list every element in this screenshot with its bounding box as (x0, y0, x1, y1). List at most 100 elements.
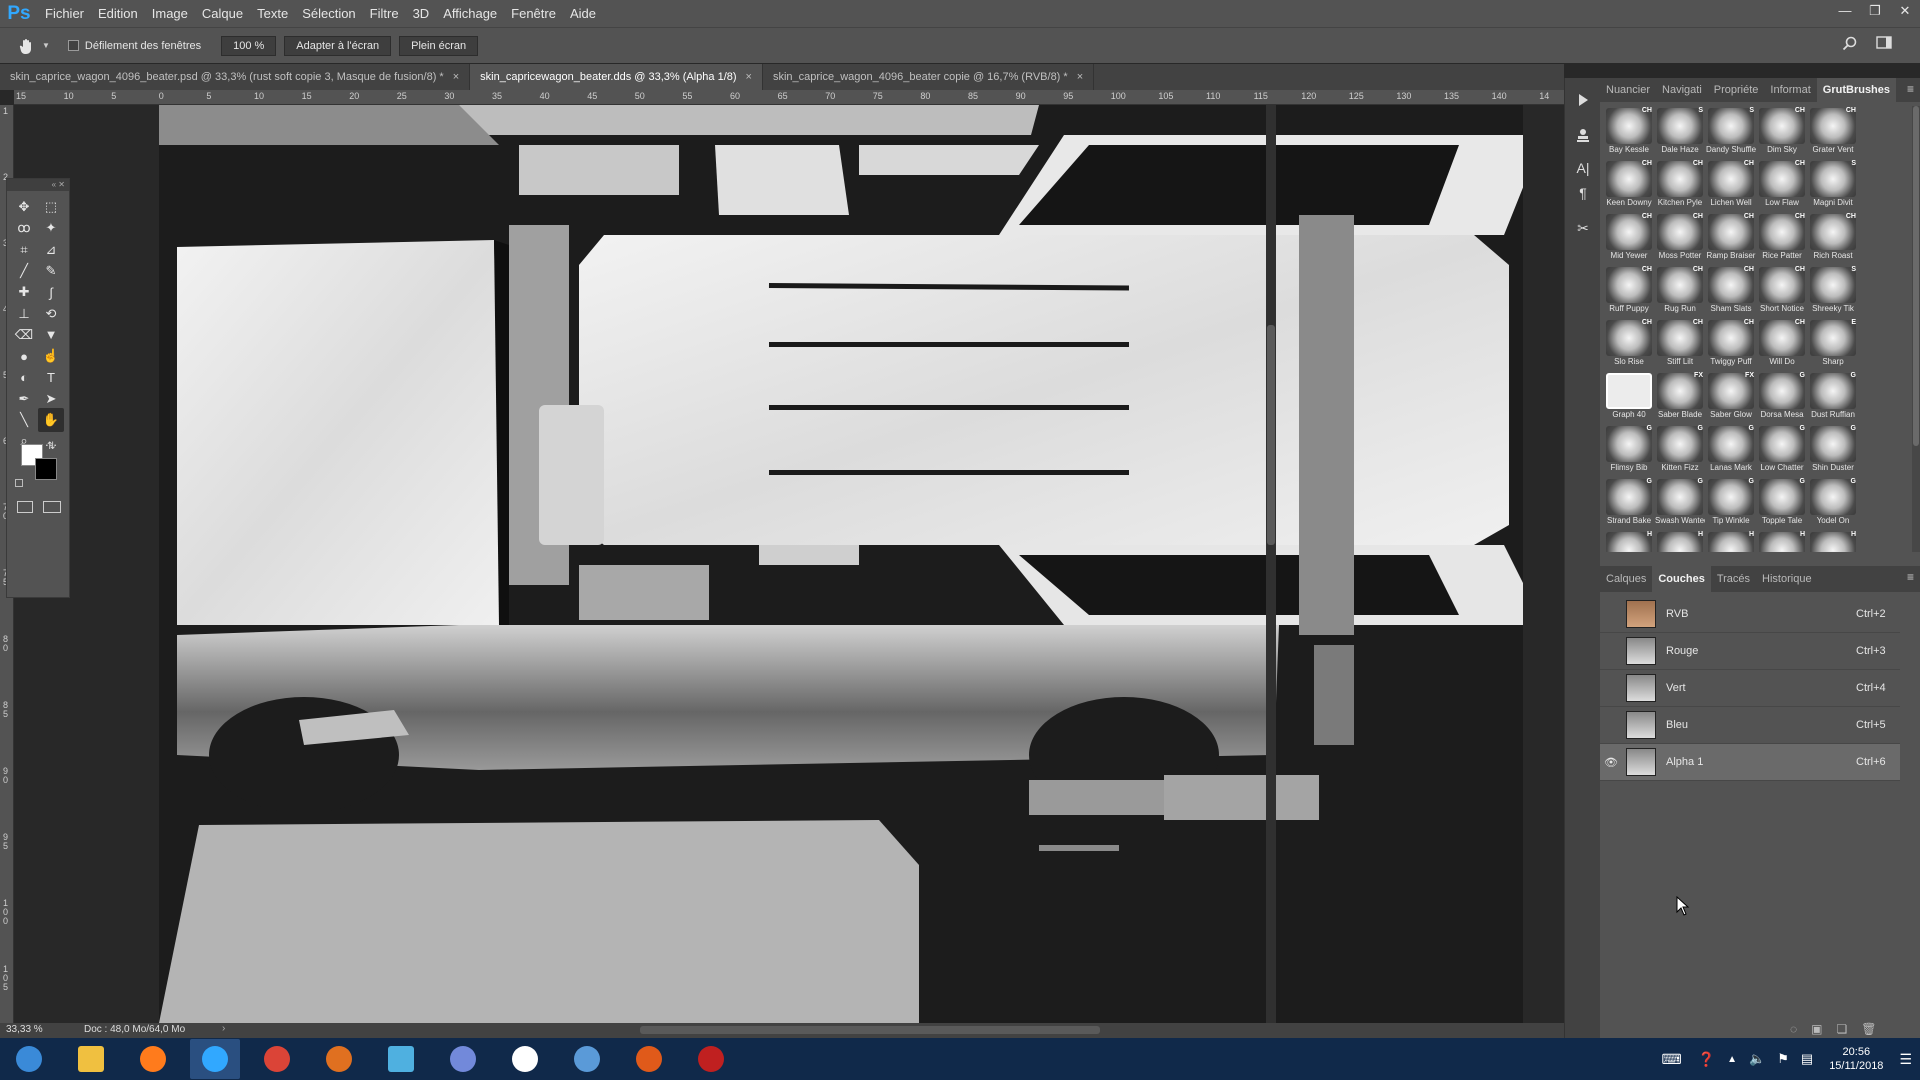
document-tab[interactable]: skin_caprice_wagon_4096_beater copie @ 1… (762, 64, 1095, 90)
brush-preset[interactable]: CH Kitchen Pyle (1655, 159, 1705, 211)
brush-preset[interactable]: CH Stiff Lilt (1655, 318, 1705, 370)
start-orb-icon[interactable] (4, 1039, 54, 1079)
shield-app-icon[interactable] (562, 1039, 612, 1079)
panel-tab[interactable]: GrutBrushes (1816, 78, 1897, 102)
channel-row[interactable]: Vert Ctrl+4 (1600, 670, 1900, 707)
load-selection-icon[interactable]: ◌ (1790, 1022, 1797, 1036)
workspace[interactable] (14, 105, 1564, 1023)
brush-scrollbar[interactable] (1912, 106, 1920, 552)
panel-tab[interactable]: Historique (1756, 566, 1818, 592)
tools-panel-header[interactable]: « ✕ (7, 179, 69, 191)
brush-preset[interactable]: G Topple Tale (1757, 477, 1807, 529)
brush-preset[interactable]: G Swash Wanted (1655, 477, 1705, 529)
character-icon[interactable]: A| (1571, 156, 1595, 180)
brush-preset[interactable]: CH Ramp Braiser (1706, 212, 1756, 264)
brush-preset[interactable]: H (1808, 530, 1858, 552)
keyboard-icon[interactable]: ⌨ (1661, 1051, 1681, 1068)
new-channel-icon[interactable]: ❏ (1836, 1022, 1847, 1036)
clock[interactable]: 20:56 15/11/2018 (1829, 1045, 1883, 1073)
brush-preset[interactable]: G Dorsa Mesa (1757, 371, 1807, 423)
save-selection-icon[interactable]: ▣ (1811, 1022, 1822, 1036)
brush-preset[interactable]: FX Saber Glow (1706, 371, 1756, 423)
menu-10[interactable]: Aide (563, 0, 603, 27)
photoshop-icon[interactable] (190, 1039, 240, 1079)
vertical-scrollbar[interactable] (1266, 105, 1276, 1023)
scissors-icon[interactable]: ✂ (1571, 216, 1595, 240)
brush-preset[interactable]: CH Short Notice (1757, 265, 1807, 317)
close-icon[interactable]: × (453, 71, 459, 83)
chrome-icon[interactable] (252, 1039, 302, 1079)
network-icon[interactable]: ▤ (1801, 1051, 1813, 1067)
quick-mask-icon[interactable] (17, 501, 33, 513)
chevron-down-icon[interactable]: ▼ (42, 41, 50, 50)
horizontal-scrollbar[interactable] (640, 1026, 1100, 1034)
hand-tool-preset-icon[interactable] (12, 37, 42, 55)
notifications-icon[interactable]: ☰ (1899, 1051, 1912, 1068)
minimize-button[interactable]: — (1830, 0, 1860, 27)
tray-expand-icon[interactable]: ▲ (1727, 1054, 1737, 1065)
menu-8[interactable]: Affichage (436, 0, 504, 27)
fit-screen-button[interactable]: Adapter à l'écran (284, 35, 392, 56)
brush-preset[interactable]: H (1757, 530, 1807, 552)
menu-1[interactable]: Edition (91, 0, 145, 27)
workspace-icon[interactable] (1876, 36, 1894, 53)
panel-tab[interactable]: Calques (1600, 566, 1652, 592)
menu-5[interactable]: Sélection (295, 0, 362, 27)
brush-preset[interactable]: G Strand Bake (1604, 477, 1654, 529)
brush-preset[interactable]: CH Rich Roast (1808, 212, 1858, 264)
brush-preset[interactable]: S Shreeky Tik (1808, 265, 1858, 317)
menu-4[interactable]: Texte (250, 0, 295, 27)
eye-app-icon[interactable] (314, 1039, 364, 1079)
brush-preset[interactable]: G Shin Duster (1808, 424, 1858, 476)
close-button[interactable]: ✕ (1890, 0, 1920, 27)
file-explorer-icon[interactable] (66, 1039, 116, 1079)
restore-button[interactable]: ❐ (1860, 0, 1890, 27)
scroll-thumb[interactable] (1267, 325, 1275, 545)
menu-6[interactable]: Filtre (363, 0, 406, 27)
panel-tab[interactable]: Propriéte (1708, 78, 1765, 102)
channel-row[interactable]: Bleu Ctrl+5 (1600, 707, 1900, 744)
brush-preset[interactable]: H (1604, 530, 1654, 552)
brush-preset[interactable]: CH Mid Yewer (1604, 212, 1654, 264)
menu-7[interactable]: 3D (406, 0, 437, 27)
panel-tab[interactable]: Tracés (1711, 566, 1756, 592)
red-app-icon[interactable] (686, 1039, 736, 1079)
brush-preset[interactable]: Graph 40 (1604, 371, 1654, 423)
brush-preset[interactable]: G Flimsy Bib (1604, 424, 1654, 476)
close-icon[interactable]: × (746, 71, 752, 83)
brush-preset[interactable]: G Low Chatter (1757, 424, 1807, 476)
menu-9[interactable]: Fenêtre (504, 0, 563, 27)
document-canvas[interactable] (159, 105, 1523, 1023)
brush-preset[interactable]: S Magni Divit (1808, 159, 1858, 211)
brush-preset[interactable]: CH Lichen Well (1706, 159, 1756, 211)
brush-preset[interactable]: CH Twiggy Puff (1706, 318, 1756, 370)
screen-mode-icon[interactable] (43, 501, 61, 513)
channel-row[interactable]: 👁 Alpha 1 Ctrl+6 (1600, 744, 1900, 781)
default-colors-icon[interactable] (15, 479, 23, 487)
help-icon[interactable]: ❓ (1698, 1051, 1715, 1068)
brush-preset[interactable]: CH Bay Kessle (1604, 106, 1654, 158)
brush-preset[interactable]: G Kitten Fizz (1655, 424, 1705, 476)
brush-preset[interactable]: CH Low Flaw (1757, 159, 1807, 211)
discord-icon[interactable] (438, 1039, 488, 1079)
search-icon[interactable] (1842, 36, 1858, 55)
panel-tab[interactable]: Couches (1652, 566, 1711, 592)
brush-preset[interactable]: H (1706, 530, 1756, 552)
brush-preset[interactable]: CH Keen Downy (1604, 159, 1654, 211)
channel-row[interactable]: Rouge Ctrl+3 (1600, 633, 1900, 670)
channels-menu-icon[interactable]: ≡ (1907, 570, 1914, 584)
brush-preset[interactable]: CH Ruff Puppy (1604, 265, 1654, 317)
brush-preset[interactable]: G Yodel On (1808, 477, 1858, 529)
notepad-icon[interactable] (376, 1039, 426, 1079)
share-app-icon[interactable] (624, 1039, 674, 1079)
brush-preset[interactable]: CH Rug Run (1655, 265, 1705, 317)
scroll-all-windows-checkbox[interactable] (67, 40, 79, 51)
zoom-100-button[interactable]: 100 % (221, 35, 277, 56)
paragraph-icon[interactable]: ¶ (1571, 181, 1595, 205)
chevron-right-icon[interactable]: › (222, 1023, 225, 1034)
brush-preset[interactable]: G Tip Winkle (1706, 477, 1756, 529)
brush-preset[interactable]: CH Will Do (1757, 318, 1807, 370)
brush-preset[interactable]: CH Sham Slats (1706, 265, 1756, 317)
stamp-icon[interactable] (1571, 123, 1595, 147)
brush-preset[interactable]: CH Rice Patter (1757, 212, 1807, 264)
